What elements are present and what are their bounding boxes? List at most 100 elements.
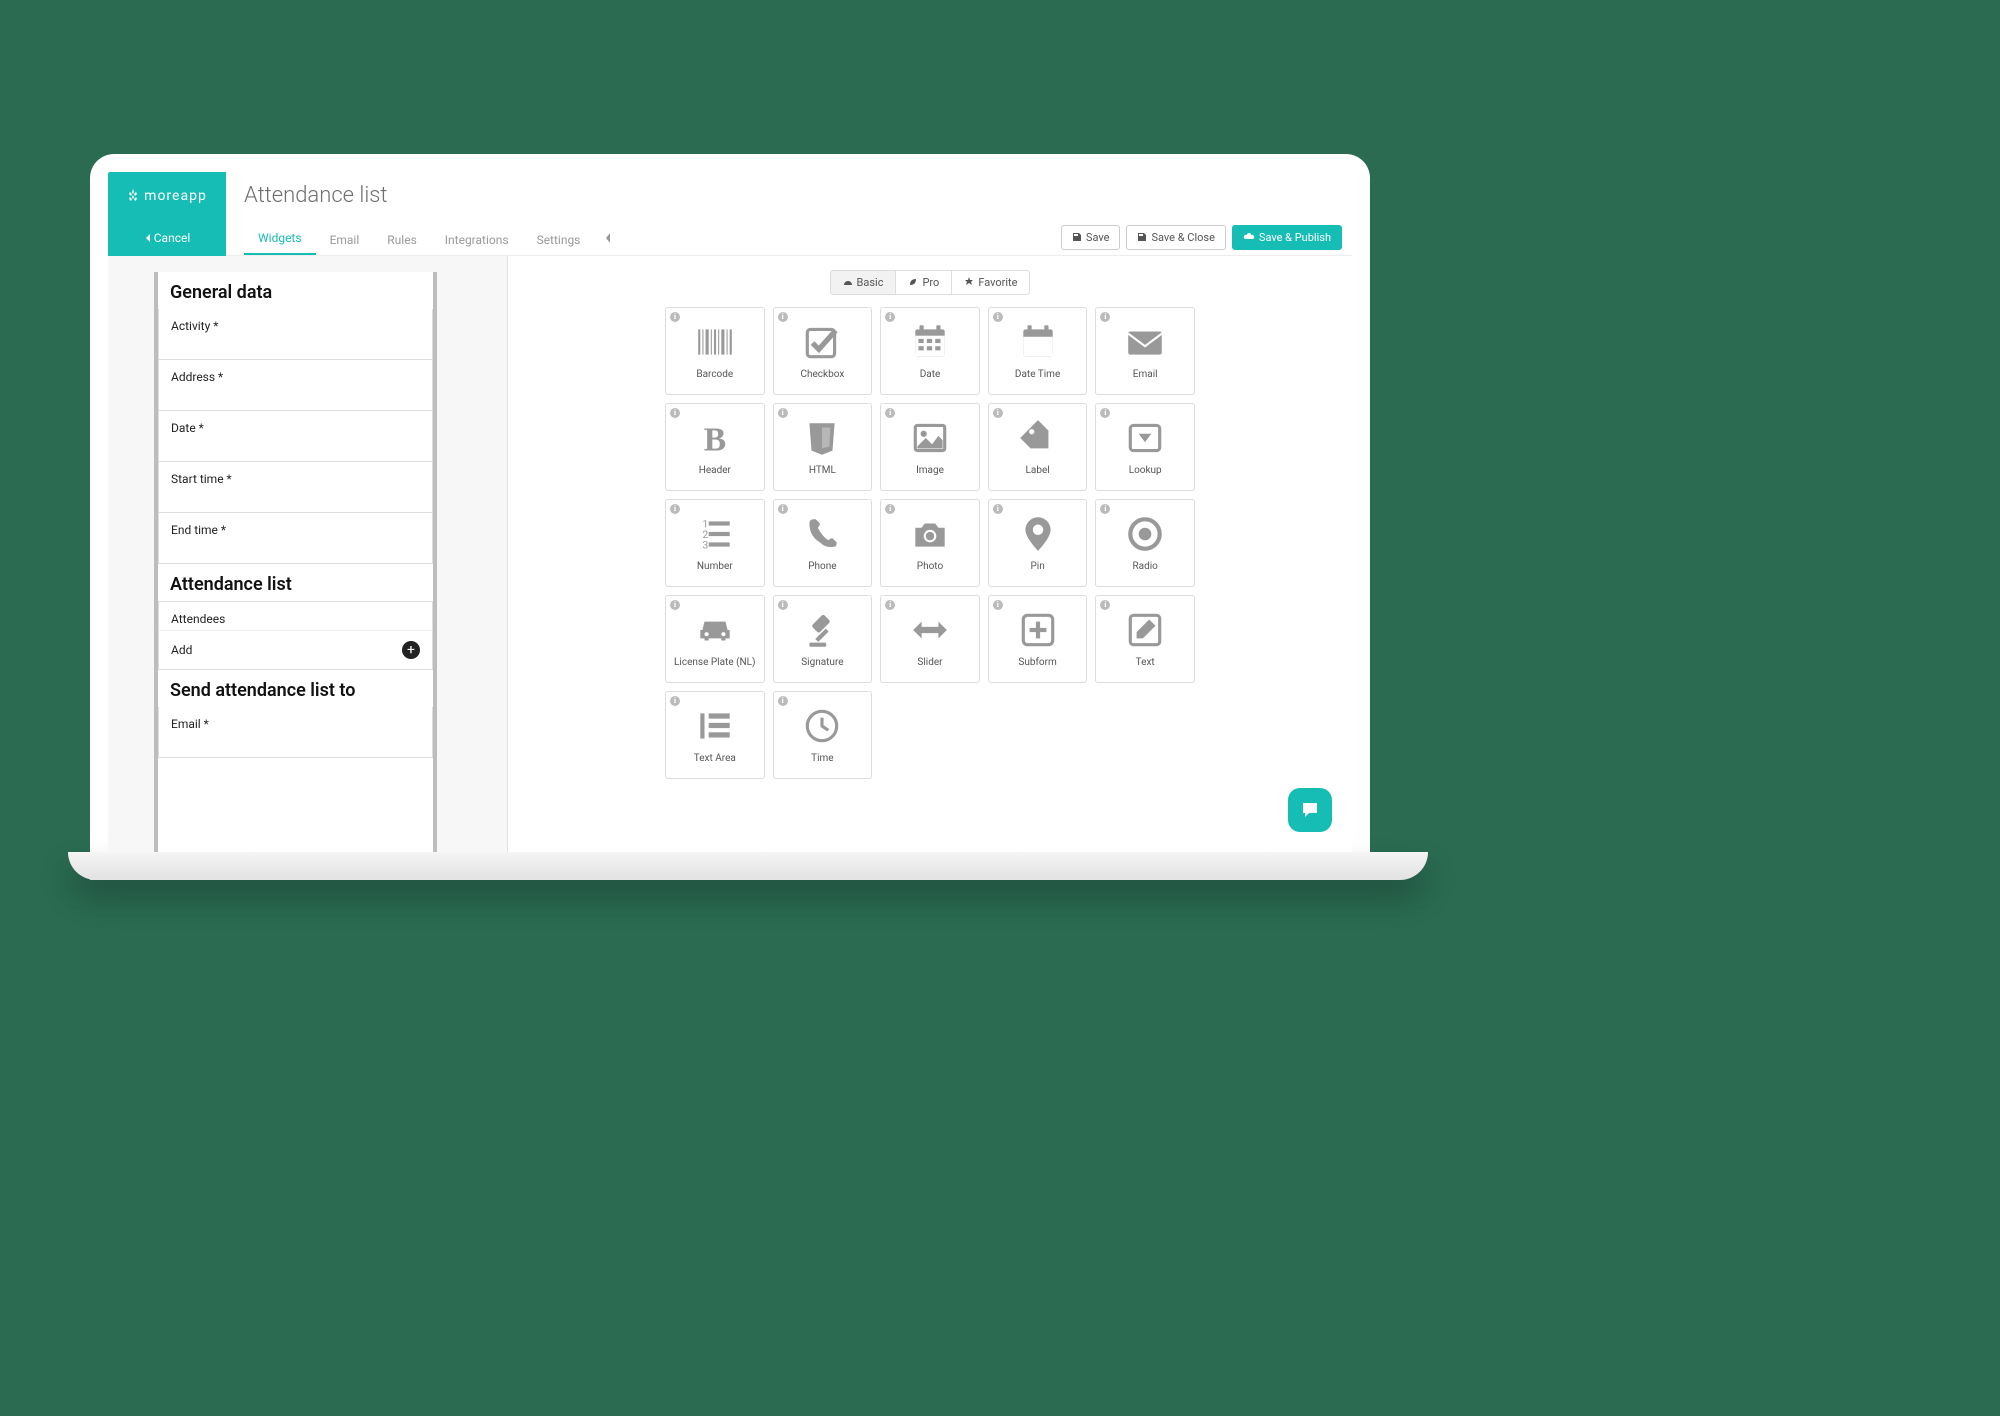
- camera-icon: [909, 513, 951, 555]
- picture-icon: [909, 417, 951, 459]
- info-icon[interactable]: i: [993, 504, 1003, 514]
- html5-icon: [801, 417, 843, 459]
- section-send-to: Send attendance list to: [158, 670, 433, 707]
- info-icon[interactable]: i: [885, 312, 895, 322]
- info-icon[interactable]: i: [1100, 600, 1110, 610]
- tabs-more[interactable]: [594, 220, 622, 255]
- widget-email[interactable]: i Email: [1095, 307, 1195, 395]
- widget-subform[interactable]: i Subform: [988, 595, 1088, 683]
- info-icon[interactable]: i: [778, 312, 788, 322]
- info-icon[interactable]: i: [670, 312, 680, 322]
- arrows-horizontal-icon: [909, 609, 951, 651]
- info-icon[interactable]: i: [670, 504, 680, 514]
- leaf-icon: [908, 277, 918, 287]
- info-icon[interactable]: i: [670, 600, 680, 610]
- chat-icon: [1300, 800, 1320, 820]
- laptop-base: [68, 852, 1428, 880]
- widget-photo[interactable]: i Photo: [880, 499, 980, 587]
- chat-button[interactable]: [1288, 788, 1332, 832]
- info-icon[interactable]: i: [993, 312, 1003, 322]
- widget-time[interactable]: i Time: [773, 691, 873, 779]
- info-icon[interactable]: i: [885, 408, 895, 418]
- field-email[interactable]: Email *: [158, 707, 433, 758]
- calendar-blank-icon: [1017, 321, 1059, 363]
- svg-text:3: 3: [702, 539, 708, 552]
- filter-basic[interactable]: Basic: [830, 270, 897, 295]
- widget-lookup[interactable]: i Lookup: [1095, 403, 1195, 491]
- radio-icon: [1124, 513, 1166, 555]
- brand-text: moreapp: [144, 188, 207, 204]
- phone-frame: General data Activity * Address * Date *…: [154, 272, 437, 852]
- widget-pin[interactable]: i Pin: [988, 499, 1088, 587]
- info-icon[interactable]: i: [670, 696, 680, 706]
- page-title: Attendance list: [244, 183, 388, 208]
- field-activity[interactable]: Activity *: [158, 309, 433, 360]
- info-icon[interactable]: i: [778, 600, 788, 610]
- widget-checkbox[interactable]: i Checkbox: [773, 307, 873, 395]
- clock-icon: [801, 705, 843, 747]
- field-start-time[interactable]: Start time *: [158, 462, 433, 513]
- floppy-icon: [1137, 232, 1147, 242]
- filter-favorite[interactable]: Favorite: [952, 270, 1030, 295]
- app-screen: moreapp Attendance list Cancel Widgets E…: [108, 172, 1352, 852]
- tab-settings[interactable]: Settings: [523, 225, 595, 255]
- calendar-icon: [909, 321, 951, 363]
- info-icon[interactable]: i: [1100, 408, 1110, 418]
- dropdown-icon: [1124, 417, 1166, 459]
- widget-text[interactable]: i Text: [1095, 595, 1195, 683]
- plus-square-icon: [1017, 609, 1059, 651]
- info-icon[interactable]: i: [778, 408, 788, 418]
- widget-image[interactable]: i Image: [880, 403, 980, 491]
- widget-license-plate[interactable]: i License Plate (NL): [665, 595, 765, 683]
- tag-icon: [1017, 417, 1059, 459]
- widget-number[interactable]: i 123 Number: [665, 499, 765, 587]
- brand-logo[interactable]: moreapp: [108, 172, 226, 220]
- info-icon[interactable]: i: [778, 696, 788, 706]
- widget-label[interactable]: i Label: [988, 403, 1088, 491]
- section-general-data: General data: [158, 272, 433, 309]
- tab-rules[interactable]: Rules: [373, 225, 430, 255]
- info-icon[interactable]: i: [1100, 312, 1110, 322]
- info-icon[interactable]: i: [885, 504, 895, 514]
- save-publish-button[interactable]: Save & Publish: [1232, 225, 1342, 250]
- widget-phone[interactable]: i Phone: [773, 499, 873, 587]
- widget-html[interactable]: i HTML: [773, 403, 873, 491]
- arrow-left-icon: [144, 233, 154, 243]
- add-attendee-button[interactable]: Add +: [158, 630, 433, 670]
- info-icon[interactable]: i: [993, 600, 1003, 610]
- widget-date[interactable]: i Date: [880, 307, 980, 395]
- save-button[interactable]: Save: [1061, 225, 1121, 250]
- widget-slider[interactable]: i Slider: [880, 595, 980, 683]
- laptop-frame: moreapp Attendance list Cancel Widgets E…: [90, 154, 1370, 880]
- widget-header[interactable]: i B Header: [665, 403, 765, 491]
- widget-datetime[interactable]: i Date Time: [988, 307, 1088, 395]
- field-date[interactable]: Date *: [158, 411, 433, 462]
- header-bar: moreapp Attendance list: [108, 172, 1352, 220]
- info-icon[interactable]: i: [885, 600, 895, 610]
- field-address[interactable]: Address *: [158, 360, 433, 411]
- info-icon[interactable]: i: [670, 408, 680, 418]
- widget-signature[interactable]: i Signature: [773, 595, 873, 683]
- tab-email[interactable]: Email: [316, 225, 374, 255]
- field-end-time[interactable]: End time *: [158, 513, 433, 564]
- info-icon[interactable]: i: [993, 408, 1003, 418]
- widget-grid: i Barcode i Checkbox i Date i: [665, 307, 1195, 779]
- chevron-left-icon: [604, 233, 612, 243]
- cancel-button[interactable]: Cancel: [108, 220, 226, 256]
- save-close-button[interactable]: Save & Close: [1126, 225, 1225, 250]
- filter-pro[interactable]: Pro: [896, 270, 952, 295]
- map-pin-icon: [1017, 513, 1059, 555]
- info-icon[interactable]: i: [1100, 504, 1110, 514]
- widget-radio[interactable]: i Radio: [1095, 499, 1195, 587]
- tab-widgets[interactable]: Widgets: [244, 223, 316, 255]
- info-icon[interactable]: i: [778, 504, 788, 514]
- wheat-icon: [127, 189, 139, 203]
- tab-integrations[interactable]: Integrations: [431, 225, 523, 255]
- section-attendance-list: Attendance list: [158, 564, 433, 601]
- widget-textarea[interactable]: i Text Area: [665, 691, 765, 779]
- gauge-icon: [843, 277, 853, 287]
- text-lines-icon: [694, 705, 736, 747]
- widget-library-pane: Basic Pro Favorite i Barcode: [508, 256, 1352, 852]
- widget-barcode[interactable]: i Barcode: [665, 307, 765, 395]
- phone-icon: [801, 513, 843, 555]
